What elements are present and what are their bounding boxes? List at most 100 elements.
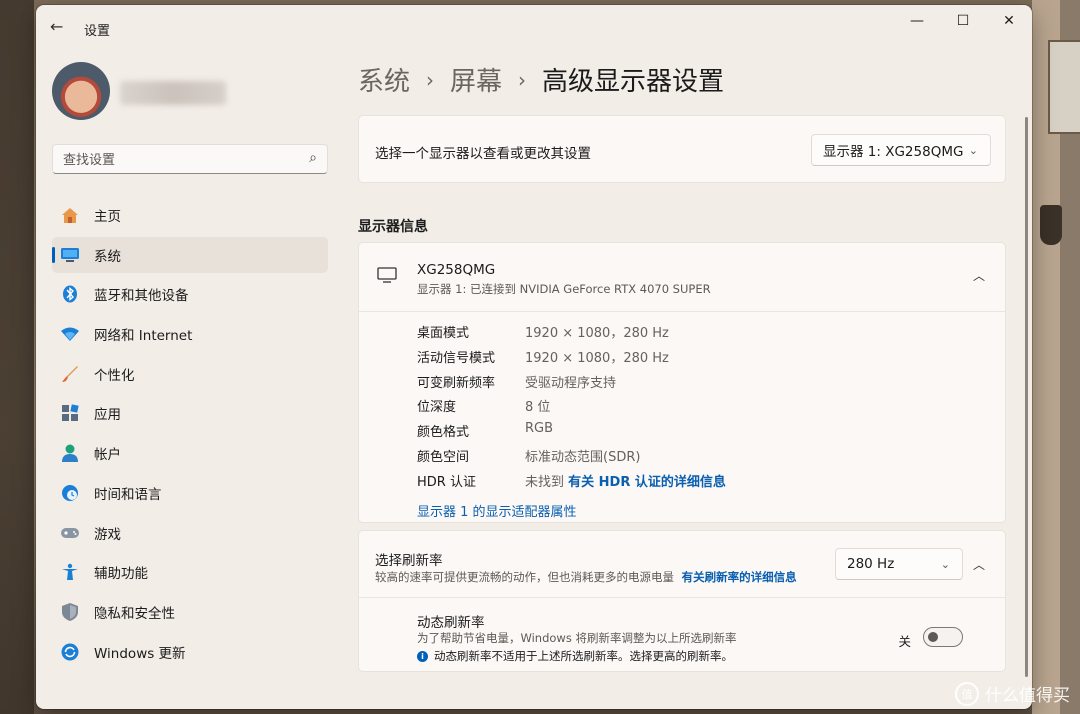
account-icon <box>60 443 80 463</box>
info-row: 可变刷新频率 受驱动程序支持 <box>417 372 726 397</box>
info-icon: i <box>417 650 428 662</box>
monitor-select-card: 选择一个显示器以查看或更改其设置 显示器 1: XG258QMG ⌄ <box>358 115 1006 183</box>
refresh-rate-dropdown[interactable]: 280 Hz ⌄ <box>835 548 963 580</box>
apps-icon <box>60 403 80 423</box>
gamepad-icon <box>60 523 80 543</box>
info-value: 1920 × 1080，280 Hz <box>525 350 669 366</box>
info-row: 活动信号模式 1920 × 1080，280 Hz <box>417 347 726 372</box>
info-row: 桌面模式 1920 × 1080，280 Hz <box>417 322 726 347</box>
display-info-card: XG258QMG 显示器 1: 已连接到 NVIDIA GeForce RTX … <box>358 242 1006 523</box>
display-info-header[interactable]: XG258QMG 显示器 1: 已连接到 NVIDIA GeForce RTX … <box>359 243 1005 312</box>
sidebar-item-home[interactable]: 主页 <box>52 197 328 233</box>
update-icon <box>60 642 80 662</box>
info-row: 颜色格式 RGB <box>417 421 726 446</box>
refresh-rate-description: 较高的速率可提供更流畅的动作，但也消耗更多的电源电量 有关刷新率的详细信息 <box>375 569 797 585</box>
info-value: 受驱动程序支持 <box>525 375 617 391</box>
sidebar-item-label: 游戏 <box>94 526 121 543</box>
info-key: 颜色格式 <box>417 425 470 441</box>
chevron-up-icon[interactable]: ︿ <box>967 552 991 576</box>
app-title: 设置 <box>84 24 111 39</box>
blurred-user-name <box>120 81 226 105</box>
refresh-rate-description-text: 较高的速率可提供更流畅的动作，但也消耗更多的电源电量 <box>375 570 674 584</box>
maximize-button[interactable]: ☐ <box>940 5 986 37</box>
sidebar-item-windows-update[interactable]: Windows 更新 <box>52 634 328 670</box>
scrollbar[interactable] <box>1025 117 1028 677</box>
dynamic-refresh-toggle[interactable] <box>923 627 963 647</box>
minimize-button[interactable]: — <box>894 5 940 37</box>
shield-icon <box>60 602 80 622</box>
refresh-rate-card: 选择刷新率 较高的速率可提供更流畅的动作，但也消耗更多的电源电量 有关刷新率的详… <box>358 530 1006 672</box>
info-key: 位深度 <box>417 400 457 416</box>
display-info-rows: 桌面模式 1920 × 1080，280 Hz 活动信号模式 1920 × 10… <box>417 322 726 496</box>
globe-clock-icon <box>60 483 80 503</box>
search-input[interactable] <box>53 145 295 175</box>
info-key: 可变刷新频率 <box>417 375 496 391</box>
chevron-down-icon: ⌄ <box>940 557 950 571</box>
sidebar-item-gaming[interactable]: 游戏 <box>52 515 328 551</box>
info-value: 未找到 有关 HDR 认证的详细信息 <box>525 471 726 496</box>
sidebar-item-label: Windows 更新 <box>94 645 186 662</box>
info-value: 8 位 <box>525 400 551 416</box>
search-box[interactable]: ⌕ <box>52 144 328 175</box>
sidebar-item-label: 个性化 <box>94 367 135 384</box>
sidebar-item-label: 蓝牙和其他设备 <box>94 288 189 305</box>
sidebar-item-accounts[interactable]: 帐户 <box>52 435 328 471</box>
watermark: 值 什么值得买 <box>955 681 1070 706</box>
sidebar-item-apps[interactable]: 应用 <box>52 395 328 431</box>
sidebar-item-label: 帐户 <box>94 447 121 464</box>
refresh-rate-value: 280 Hz <box>847 556 895 572</box>
info-row: 位深度 8 位 <box>417 396 726 421</box>
chevron-right-icon: › <box>518 67 527 92</box>
info-row: 颜色空间 标准动态范围(SDR) <box>417 446 726 471</box>
adapter-properties-link[interactable]: 显示器 1 的显示适配器属性 <box>417 501 577 520</box>
close-button[interactable]: ✕ <box>986 5 1032 37</box>
breadcrumb-display[interactable]: 屏幕 <box>450 61 502 98</box>
sidebar-item-label: 主页 <box>94 209 121 225</box>
dynamic-refresh-description: 为了帮助节省电量，Windows 将刷新率调整为以上所选刷新率 <box>417 631 737 645</box>
info-value: RGB <box>525 421 554 437</box>
window-controls: — ☐ ✕ <box>894 5 1032 37</box>
brush-icon <box>60 364 80 384</box>
sidebar-item-label: 时间和语言 <box>94 486 162 503</box>
info-key: 桌面模式 <box>417 326 470 341</box>
chevron-up-icon[interactable]: ︿ <box>967 263 991 287</box>
back-arrow-icon[interactable]: ← <box>50 17 63 36</box>
breadcrumb-system[interactable]: 系统 <box>358 61 410 98</box>
toggle-knob <box>928 632 938 642</box>
search-icon[interactable]: ⌕ <box>309 150 317 166</box>
hdr-status: 未找到 <box>525 474 565 490</box>
title-bar: ← 设置 — ☐ ✕ <box>36 5 1032 41</box>
sidebar-item-label: 网络和 Internet <box>94 328 193 345</box>
sidebar-item-accessibility[interactable]: 辅助功能 <box>52 554 328 590</box>
chevron-down-icon: ⌄ <box>968 143 978 157</box>
sidebar-nav: 主页 系统 蓝牙和其他设备 网络和 Internet 个性化 应用 帐户 时间和… <box>52 197 328 673</box>
refresh-rate-info-link[interactable]: 有关刷新率的详细信息 <box>682 570 797 584</box>
system-display-icon <box>60 245 80 265</box>
background-window-shape <box>1048 40 1080 134</box>
sidebar-item-label: 辅助功能 <box>94 566 148 583</box>
background-lamp-shape <box>1040 205 1062 245</box>
breadcrumb: 系统 › 屏幕 › 高级显示器设置 <box>358 61 724 98</box>
sidebar-item-bluetooth[interactable]: 蓝牙和其他设备 <box>52 276 328 312</box>
wifi-icon <box>60 324 80 344</box>
monitor-icon <box>377 267 397 283</box>
sidebar-item-label: 应用 <box>94 407 121 424</box>
bluetooth-icon <box>60 284 80 304</box>
refresh-rate-header: 选择刷新率 较高的速率可提供更流畅的动作，但也消耗更多的电源电量 有关刷新率的详… <box>359 531 1005 598</box>
sidebar-item-personalization[interactable]: 个性化 <box>52 356 328 392</box>
avatar[interactable] <box>52 62 110 120</box>
monitor-dropdown[interactable]: 显示器 1: XG258QMG ⌄ <box>811 134 991 166</box>
toggle-state-label: 关 <box>898 634 911 649</box>
sidebar-item-label: 隐私和安全性 <box>94 605 175 622</box>
sidebar-item-privacy[interactable]: 隐私和安全性 <box>52 594 328 630</box>
page-title: 高级显示器设置 <box>542 67 725 97</box>
home-icon <box>60 205 80 225</box>
dynamic-refresh-note: i 动态刷新率不适用于上述所选刷新率。选择更高的刷新率。 <box>417 648 733 664</box>
sidebar-item-network[interactable]: 网络和 Internet <box>52 316 328 352</box>
watermark-text: 什么值得买 <box>985 686 1070 706</box>
chevron-right-icon: › <box>426 67 435 92</box>
hdr-info-link[interactable]: 有关 HDR 认证的详细信息 <box>568 475 726 490</box>
sidebar-item-system[interactable]: 系统 <box>52 236 328 273</box>
sidebar-item-time-language[interactable]: 时间和语言 <box>52 475 328 511</box>
monitor-select-label: 选择一个显示器以查看或更改其设置 <box>375 146 591 162</box>
